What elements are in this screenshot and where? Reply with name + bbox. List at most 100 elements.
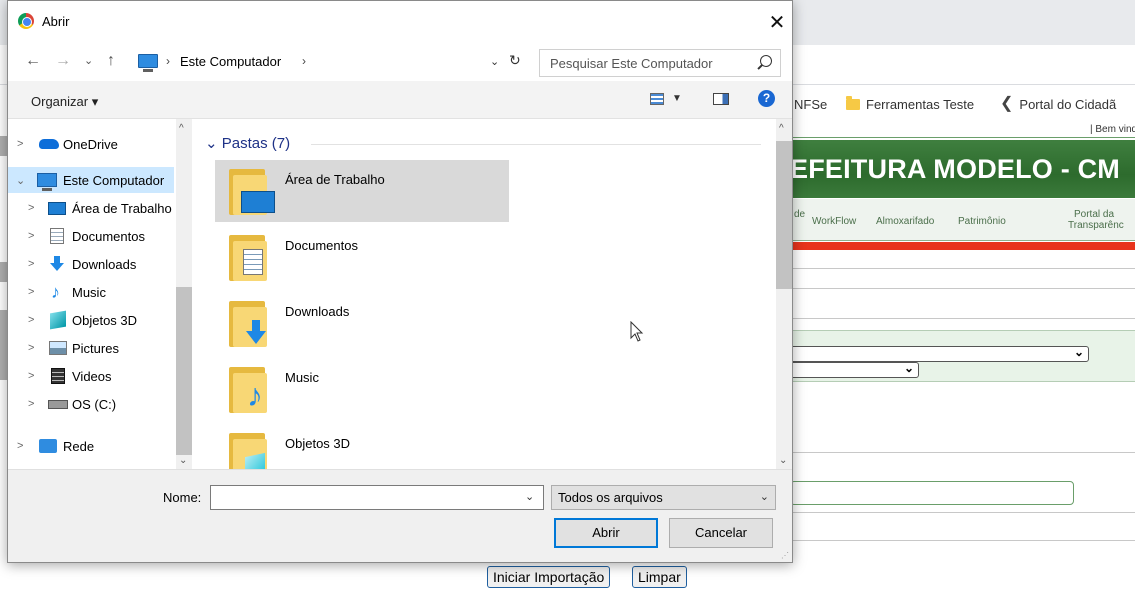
background-select[interactable]: ⌄	[790, 345, 1089, 362]
search-icon[interactable]	[760, 55, 772, 67]
breadcrumb-este-computador[interactable]: Este Computador	[180, 54, 281, 69]
clear-button[interactable]: Limpar	[632, 566, 687, 588]
menu-item-workflow[interactable]: WorkFlow	[812, 216, 856, 227]
background-input[interactable]	[790, 481, 1074, 505]
tree-item-este-computador[interactable]: ⌄ Este Computador	[8, 167, 174, 193]
divider	[790, 540, 1135, 541]
search-box[interactable]: Pesquisar Este Computador	[539, 49, 781, 77]
file-type-select[interactable]: Todos os arquivos ⌄	[551, 485, 776, 510]
tree-label: Pictures	[72, 340, 119, 356]
close-icon[interactable]: ✕	[763, 9, 791, 37]
bookmark-portal-cidadao[interactable]: ❮ Portal do Cidadã	[1000, 96, 1116, 112]
expand-chevron-icon[interactable]: >	[28, 230, 34, 242]
tree-item-objetos-3d[interactable]: > Objetos 3D	[8, 307, 174, 333]
tree-item-music[interactable]: > ♪ Music	[8, 279, 174, 305]
menu-item-almoxarifado[interactable]: Almoxarifado	[876, 216, 934, 227]
start-import-button[interactable]: Iniciar Importação	[487, 566, 611, 588]
site-menu: de WorkFlow Almoxarifado Patrimônio Port…	[790, 199, 1135, 241]
tree-item-os-c[interactable]: > OS (C:)	[8, 391, 174, 417]
resize-grip-icon[interactable]: ⋰	[781, 551, 789, 560]
tree-label: Área de Trabalho	[72, 200, 172, 216]
file-list: ⌄ Pastas (7) Área de Trabalho Documentos…	[193, 119, 792, 469]
scroll-down-icon[interactable]: ⌄	[179, 455, 187, 466]
expand-chevron-icon[interactable]: >	[28, 314, 34, 326]
preview-pane-icon[interactable]	[713, 93, 729, 105]
scrollbar-thumb[interactable]	[776, 141, 792, 289]
scroll-down-icon[interactable]: ⌄	[779, 455, 787, 466]
scroll-up-icon[interactable]: ^	[779, 123, 784, 134]
refresh-icon[interactable]: ↻	[509, 52, 521, 69]
tree-item-onedrive[interactable]: > OneDrive	[8, 131, 174, 157]
file-name-input[interactable]	[211, 486, 511, 507]
expand-chevron-icon[interactable]: >	[28, 370, 34, 382]
tree-item-pictures[interactable]: > Pictures	[8, 335, 174, 361]
expand-chevron-icon[interactable]: >	[28, 286, 34, 298]
menu-item[interactable]: de	[794, 209, 805, 220]
dialog-toolbar: Organizar ▾ ▼ ?	[8, 81, 792, 119]
dialog-title: Abrir	[42, 14, 70, 29]
3d-objects-icon	[50, 310, 66, 330]
file-name-label: Nome:	[163, 490, 202, 505]
view-options-dropdown[interactable]: ▼	[672, 93, 682, 104]
tree-item-downloads[interactable]: > Downloads	[8, 251, 174, 277]
tree-item-area-de-trabalho[interactable]: > Área de Trabalho	[8, 195, 174, 221]
collapse-chevron-icon[interactable]: ⌄	[205, 135, 218, 152]
organize-button[interactable]: Organizar ▾	[31, 94, 98, 110]
expand-chevron-icon[interactable]: >	[28, 202, 34, 214]
onedrive-icon	[39, 139, 59, 149]
navigation-scrollbar[interactable]: ^ ⌄	[176, 119, 192, 469]
menu-item-patrimonio[interactable]: Patrimônio	[958, 216, 1006, 227]
welcome-row: | Bem vindo S	[790, 122, 1135, 138]
breadcrumb-separator[interactable]: ›	[302, 54, 306, 68]
bookmark-label: Portal do Cidadã	[1019, 96, 1117, 112]
tree-label: Downloads	[72, 256, 137, 272]
divider	[790, 452, 1135, 453]
expand-chevron-icon[interactable]: >	[28, 398, 34, 410]
folder-documentos[interactable]: Documentos	[215, 226, 509, 288]
recent-locations-icon[interactable]: ⌄	[84, 56, 93, 67]
scrollbar-thumb[interactable]	[176, 287, 192, 455]
folder-area-de-trabalho[interactable]: Área de Trabalho	[215, 160, 509, 222]
collapse-chevron-icon[interactable]: ⌄	[16, 174, 25, 187]
music-icon: ♪	[51, 282, 60, 302]
folder-objetos-3d[interactable]: Objetos 3D	[215, 424, 509, 469]
file-name-dropdown-icon[interactable]: ⌄	[525, 490, 534, 503]
content-scrollbar[interactable]: ^ ⌄	[776, 119, 792, 469]
tree-item-videos[interactable]: > Videos	[8, 363, 174, 389]
3d-objects-folder-icon	[229, 433, 267, 469]
computer-icon	[37, 173, 57, 191]
up-arrow-icon[interactable]: ↑	[107, 53, 115, 69]
background-select[interactable]: ⌄	[790, 361, 919, 378]
address-dropdown-icon[interactable]: ⌄	[490, 55, 499, 68]
back-arrow-icon[interactable]: ←	[25, 53, 41, 69]
help-icon[interactable]: ?	[758, 90, 775, 107]
expand-chevron-icon[interactable]: >	[28, 258, 34, 270]
scroll-up-icon[interactable]: ^	[179, 123, 184, 134]
expand-chevron-icon[interactable]: >	[28, 342, 34, 354]
open-button[interactable]: Abrir	[554, 518, 658, 548]
tree-label: OS (C:)	[72, 396, 117, 412]
folder-downloads[interactable]: Downloads	[215, 292, 509, 354]
menu-item-transparencia[interactable]: Transparênc	[1068, 220, 1124, 231]
breadcrumb-separator[interactable]: ›	[166, 54, 170, 68]
expand-chevron-icon[interactable]: >	[17, 138, 23, 150]
cancel-button[interactable]: Cancelar	[669, 518, 773, 548]
menu-item-portal[interactable]: Portal da	[1074, 209, 1114, 220]
banner-title: EFEITURA MODELO - CM	[790, 154, 1120, 184]
divider	[790, 268, 1135, 269]
tree-item-documentos[interactable]: > Documentos	[8, 223, 174, 249]
bookmark-nfse[interactable]: NFSe	[794, 97, 827, 112]
chevron-left-icon: ❮	[1000, 95, 1014, 112]
folder-music[interactable]: ♪ Music	[215, 358, 509, 420]
file-type-dropdown-icon[interactable]: ⌄	[760, 490, 769, 503]
expand-chevron-icon[interactable]: >	[17, 440, 23, 452]
forward-arrow-icon[interactable]: →	[55, 53, 71, 69]
file-name-field[interactable]: ⌄	[210, 485, 544, 510]
tree-item-rede[interactable]: > Rede	[8, 433, 174, 459]
group-header[interactable]: ⌄ Pastas (7)	[205, 134, 290, 152]
tree-label: Objetos 3D	[72, 312, 138, 328]
dialog-titlebar: Abrir ✕	[8, 1, 792, 45]
bookmark-ferramentas-teste[interactable]: Ferramentas Teste	[846, 95, 974, 112]
videos-icon	[51, 368, 65, 384]
change-view-icon[interactable]	[650, 93, 664, 105]
